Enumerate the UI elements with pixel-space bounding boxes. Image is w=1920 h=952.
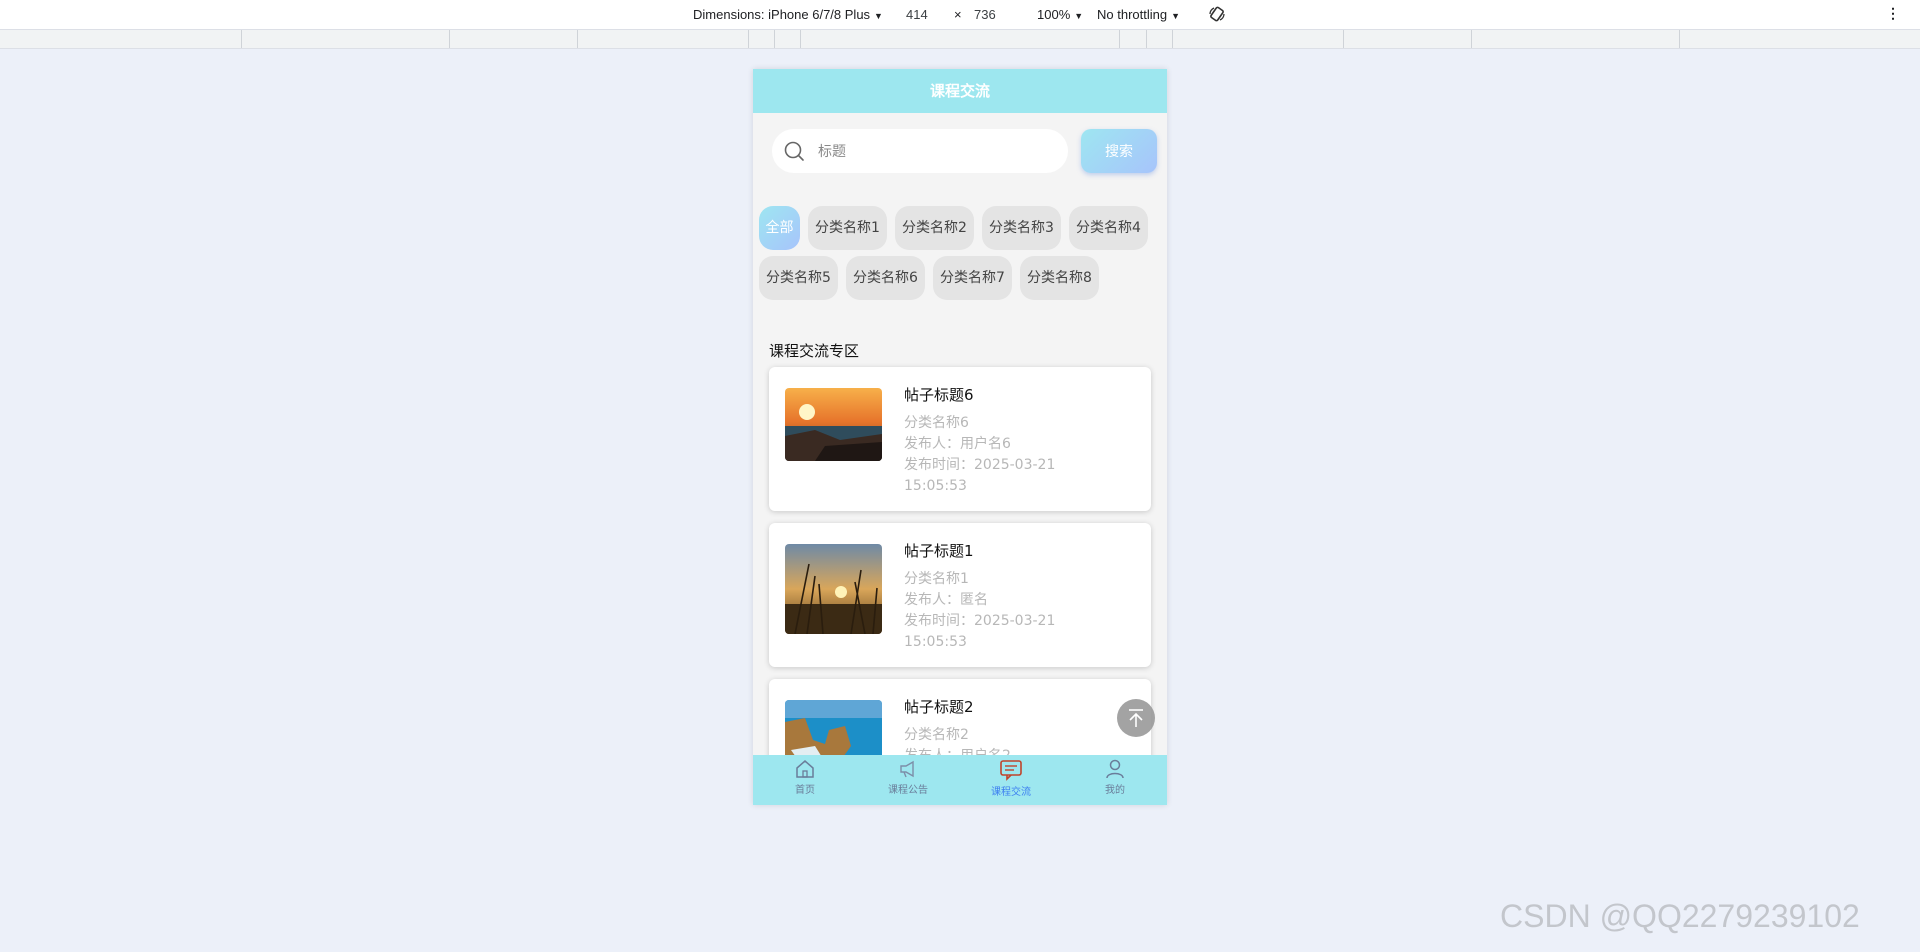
throttling-label: No throttling xyxy=(1097,7,1168,22)
search-button[interactable]: 搜索 xyxy=(1081,129,1157,173)
post-title: 帖子标题2 xyxy=(904,698,974,716)
tab-announcements-label: 课程公告 xyxy=(888,785,928,796)
dimensions-times-sign: × xyxy=(954,7,962,22)
more-options-icon[interactable]: ⋮ xyxy=(1886,5,1900,22)
device-dimensions-label: Dimensions: iPhone 6/7/8 Plus xyxy=(693,7,871,22)
ruler-tick xyxy=(1471,30,1472,48)
caret-down-icon: ▼ xyxy=(1171,11,1181,21)
zoom-label: 100% xyxy=(1037,7,1071,22)
post-thumbnail-sunset-grass xyxy=(785,544,882,634)
post-card[interactable]: 帖子标题6 分类名称6 发布人：用户名6 发布时间：2025-03-21 15:… xyxy=(769,367,1151,511)
category-chip-all[interactable]: 全部 xyxy=(759,206,800,250)
category-chip-1[interactable]: 分类名称1 xyxy=(808,206,887,250)
ruler-tick xyxy=(1146,30,1147,48)
post-info: 帖子标题1 分类名称1 发布人：匿名 发布时间：2025-03-21 15:05… xyxy=(904,541,1134,653)
caret-down-icon: ▼ xyxy=(1074,11,1084,21)
post-author: 发布人：匿名 xyxy=(904,592,988,608)
ruler-tick xyxy=(1679,30,1680,48)
ruler-tick xyxy=(241,30,242,48)
tab-home-label: 首页 xyxy=(795,785,815,796)
search-icon xyxy=(784,141,804,161)
media-query-ruler xyxy=(0,30,1920,49)
tab-home[interactable]: 首页 xyxy=(765,758,845,796)
post-title: 帖子标题1 xyxy=(904,542,974,560)
back-to-top-button[interactable] xyxy=(1117,699,1155,737)
category-chip-8[interactable]: 分类名称8 xyxy=(1020,256,1099,300)
tab-announcements[interactable]: 课程公告 xyxy=(868,758,948,796)
home-icon xyxy=(796,760,814,778)
post-category: 分类名称6 xyxy=(904,415,969,431)
category-chip-6[interactable]: 分类名称6 xyxy=(846,256,925,300)
post-thumbnail-sunset-sea xyxy=(785,388,882,461)
post-time: 发布时间：2025-03-21 xyxy=(904,613,1056,629)
search-field[interactable] xyxy=(772,129,1068,175)
chat-icon xyxy=(1000,760,1022,781)
tab-discussion[interactable]: 课程交流 xyxy=(971,758,1051,798)
device-dimensions-dropdown[interactable]: Dimensions: iPhone 6/7/8 Plus ▼ xyxy=(693,7,883,22)
ruler-tick xyxy=(800,30,801,48)
post-time-clock: 15:05:53 xyxy=(904,478,967,494)
post-category: 分类名称1 xyxy=(904,571,969,587)
ruler-tick xyxy=(1343,30,1344,48)
throttling-dropdown[interactable]: No throttling ▼ xyxy=(1097,7,1180,22)
viewport-height-input[interactable]: 736 xyxy=(974,7,996,22)
post-info: 帖子标题6 分类名称6 发布人：用户名6 发布时间：2025-03-21 15:… xyxy=(904,385,1134,497)
watermark: CSDN @QQ2279239102 xyxy=(1500,898,1860,934)
post-title: 帖子标题6 xyxy=(904,386,974,404)
section-title: 课程交流专区 xyxy=(769,342,860,360)
ruler-tick xyxy=(1119,30,1120,48)
category-chip-4[interactable]: 分类名称4 xyxy=(1069,206,1148,250)
zoom-dropdown[interactable]: 100% ▼ xyxy=(1037,7,1083,22)
rotate-icon[interactable] xyxy=(1208,5,1226,23)
tab-mine[interactable]: 我的 xyxy=(1075,758,1155,796)
post-time: 发布时间：2025-03-21 xyxy=(904,457,1056,473)
search-input[interactable] xyxy=(816,129,1060,175)
ruler-tick xyxy=(774,30,775,48)
category-chip-5[interactable]: 分类名称5 xyxy=(759,256,838,300)
tab-mine-label: 我的 xyxy=(1105,785,1125,796)
tab-discussion-label: 课程交流 xyxy=(991,787,1031,798)
ruler-tick xyxy=(748,30,749,48)
search-bar: 搜索 xyxy=(772,129,1157,175)
user-icon xyxy=(1106,759,1124,779)
ruler-tick xyxy=(577,30,578,48)
ruler-tick xyxy=(1172,30,1173,48)
arrow-up-icon xyxy=(1129,709,1143,727)
post-author: 发布人：用户名6 xyxy=(904,436,1011,452)
category-chip-3[interactable]: 分类名称3 xyxy=(982,206,1061,250)
category-chip-7[interactable]: 分类名称7 xyxy=(933,256,1012,300)
mobile-viewport: 课程交流 搜索 全部 分类名称1 分类名称2 分类名称3 分类名称4 分类名称5… xyxy=(753,69,1167,805)
post-category: 分类名称2 xyxy=(904,727,969,743)
bottom-tab-bar: 首页 课程公告 课程交流 我的 xyxy=(753,755,1167,805)
nav-title: 课程交流 xyxy=(753,69,1167,113)
viewport-width-input[interactable]: 414 xyxy=(906,7,928,22)
post-card[interactable]: 帖子标题1 分类名称1 发布人：匿名 发布时间：2025-03-21 15:05… xyxy=(769,523,1151,667)
post-time-clock: 15:05:53 xyxy=(904,634,967,650)
devtools-device-toolbar: Dimensions: iPhone 6/7/8 Plus ▼ 414 × 736… xyxy=(0,0,1920,30)
category-chip-2[interactable]: 分类名称2 xyxy=(895,206,974,250)
megaphone-icon xyxy=(900,760,914,778)
caret-down-icon: ▼ xyxy=(874,11,883,21)
ruler-tick xyxy=(449,30,450,48)
